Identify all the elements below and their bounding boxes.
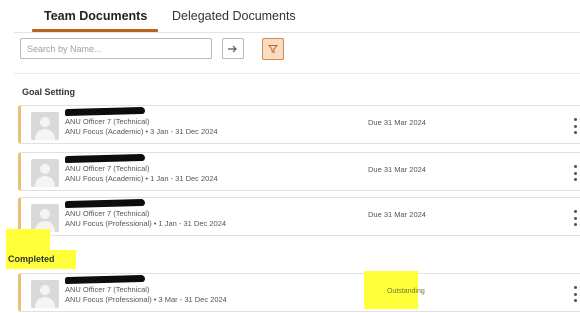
avatar-placeholder-icon xyxy=(31,280,59,308)
filter-button[interactable] xyxy=(262,38,284,60)
tabs-divider xyxy=(14,32,580,33)
status-badge: Outstanding xyxy=(387,288,425,295)
document-tabs: Team Documents Delegated Documents xyxy=(0,0,580,34)
avatar-placeholder-icon xyxy=(31,204,59,232)
kebab-menu-icon[interactable] xyxy=(572,118,578,134)
avatar-placeholder-icon xyxy=(31,159,59,187)
search-input[interactable] xyxy=(20,38,212,59)
employee-role: ANU Officer 7 (Technical) xyxy=(65,209,150,218)
due-date: Due 31 Mar 2024 xyxy=(368,210,426,219)
document-plan: ANU Focus (Academic) • 3 Jan - 31 Dec 20… xyxy=(65,127,218,136)
section-title-goal-setting: Goal Setting xyxy=(22,87,76,97)
document-card[interactable]: ANU Officer 7 (Technical) ANU Focus (Pro… xyxy=(18,197,580,236)
section-title-completed: Completed xyxy=(8,254,55,264)
document-card[interactable]: ANU Officer 7 (Technical) ANU Focus (Aca… xyxy=(18,105,580,144)
search-go-button[interactable] xyxy=(222,38,244,59)
filter-icon xyxy=(268,45,278,54)
kebab-menu-icon[interactable] xyxy=(572,286,578,302)
document-plan: ANU Focus (Academic) • 1 Jan - 31 Dec 20… xyxy=(65,174,218,183)
redacted-employee-name xyxy=(64,153,146,164)
arrow-right-icon xyxy=(228,45,237,52)
employee-role: ANU Officer 7 (Technical) xyxy=(65,285,150,294)
kebab-menu-icon[interactable] xyxy=(572,165,578,181)
document-card[interactable]: ANU Officer 7 (Technical) ANU Focus (Aca… xyxy=(18,152,580,191)
kebab-menu-icon[interactable] xyxy=(572,210,578,226)
document-plan: ANU Focus (Professional) • 1 Jan - 31 De… xyxy=(65,219,227,228)
redacted-employee-name xyxy=(64,274,146,285)
document-card[interactable]: ANU Officer 7 (Technical) ANU Focus (Pro… xyxy=(18,271,580,312)
avatar-placeholder-icon xyxy=(31,112,59,140)
tab-delegated-documents[interactable]: Delegated Documents xyxy=(172,9,296,23)
employee-role: ANU Officer 7 (Technical) xyxy=(65,117,150,126)
due-date: Due 31 Mar 2024 xyxy=(368,118,426,127)
document-plan: ANU Focus (Professional) • 3 Mar - 31 De… xyxy=(65,295,227,304)
due-date: Due 31 Mar 2024 xyxy=(368,165,426,174)
employee-role: ANU Officer 7 (Technical) xyxy=(65,164,150,173)
section-divider xyxy=(14,73,580,74)
tab-team-documents[interactable]: Team Documents xyxy=(44,9,147,23)
redacted-employee-name xyxy=(64,198,146,209)
redacted-employee-name xyxy=(64,106,146,117)
